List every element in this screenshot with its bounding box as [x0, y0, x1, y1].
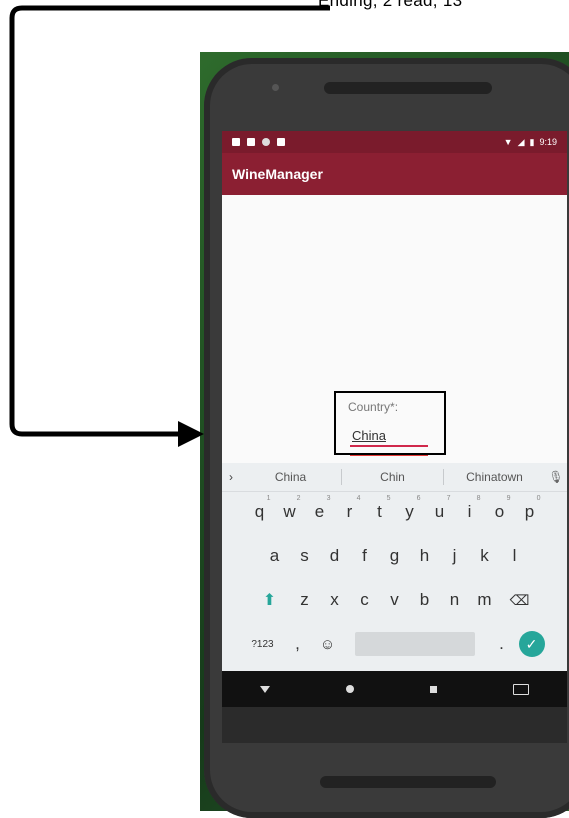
arrow-line: [9, 5, 330, 437]
annotation-arrow: [9, 5, 330, 447]
arrow-head: [178, 421, 204, 447]
